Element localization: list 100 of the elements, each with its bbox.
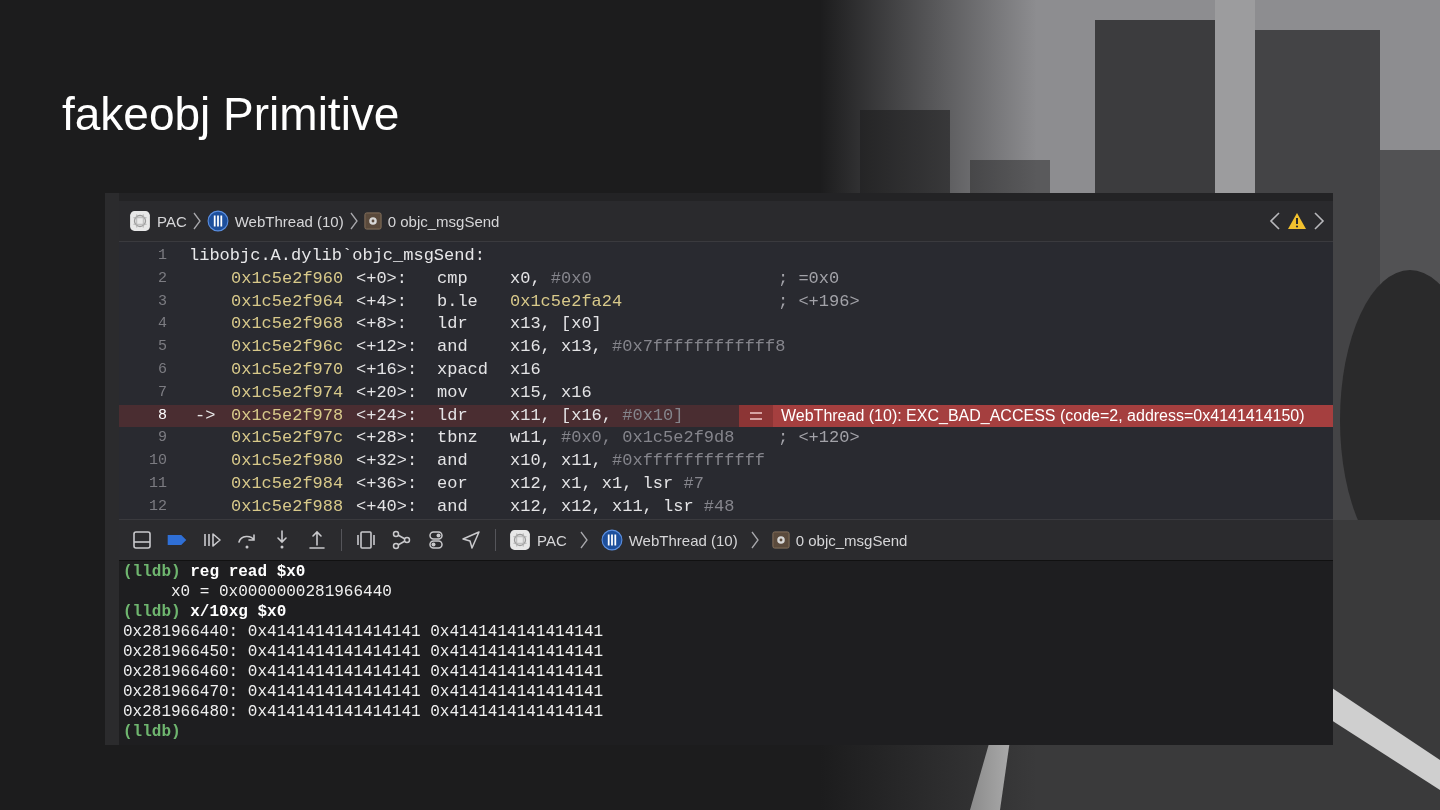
chevron-icon [349, 211, 358, 231]
lldb-prompt: (lldb) [123, 563, 181, 581]
instruction-mnemonic: mov [437, 381, 469, 404]
error-marker[interactable] [739, 404, 773, 428]
instruction-operands: x0, #0x0 [510, 267, 592, 290]
instruction-mnemonic: xpacd [437, 359, 489, 381]
instruction-mnemonic: and [437, 450, 469, 473]
console-output: x0 = 0x0000000281966440 [170, 583, 392, 601]
line-number: 6 [157, 360, 167, 380]
pc-arrow: -> [194, 404, 217, 427]
console-output: 0x281966470: 0x4141414141414141 0x4141414141414141 [123, 683, 604, 701]
lldb-prompt: (lldb) [123, 603, 181, 621]
instruction-comment: ; <+120> [778, 427, 861, 450]
instruction-comment: ; <+196> [778, 290, 861, 313]
line-number: 9 [157, 428, 167, 449]
gear-icon [363, 212, 382, 230]
instruction-mnemonic: eor [437, 472, 469, 495]
instruction-mnemonic: tbnz [437, 427, 479, 450]
instruction-operands: x13, [x0] [510, 313, 602, 336]
console-command: reg read $x0 [190, 563, 306, 581]
console-output: 0x281966450: 0x4141414141414141 0x4141414141414141 [123, 643, 604, 661]
instruction-address: 0x1c5e2f97c [231, 427, 345, 450]
instruction-address: 0x1c5e2f96c [231, 336, 345, 359]
panel-toggle-icon[interactable] [131, 529, 153, 551]
location-icon[interactable] [460, 529, 482, 551]
error-lines-icon [749, 410, 763, 421]
instruction-offset: <+12>: [356, 336, 419, 359]
instruction-operands: x12, x12, x11, lsr #48 [510, 495, 735, 518]
line-number: 5 [157, 337, 167, 358]
instruction-address: 0x1c5e2f960 [231, 267, 345, 290]
chevron-left-icon[interactable] [1269, 211, 1281, 231]
instruction-offset: <+20>: [356, 381, 419, 404]
slide-title: fakeobj Primitive [62, 87, 400, 142]
breadcrumb-item[interactable]: 0 objc_msgSend [771, 531, 908, 549]
console-output: 0x281966480: 0x4141414141414141 0x4141414141414141 [123, 703, 604, 721]
instruction-offset: <+36>: [356, 472, 419, 495]
instruction-operands: x16, x13, #0x7ffffffffffff8 [510, 336, 786, 359]
chevron-right-icon[interactable] [1313, 211, 1325, 231]
chevron-icon [192, 211, 201, 231]
instruction-operands: x15, x16 [510, 381, 592, 404]
breadcrumb-item[interactable]: WebThread (10) [600, 529, 738, 551]
line-number: 8 [157, 405, 167, 426]
chevron-icon [750, 530, 759, 550]
view-hierarchy-icon[interactable] [355, 529, 377, 551]
console-command: x/10xg $x0 [190, 603, 287, 621]
instruction-offset: <+24>: [356, 404, 419, 427]
instruction-offset: <+28>: [356, 427, 419, 450]
breadcrumb-item[interactable]: PAC [129, 210, 187, 232]
instruction-address: 0x1c5e2f968 [231, 313, 345, 336]
instruction-operands: x10, x11, #0xffffffffffff [510, 450, 766, 473]
console-output: 0x281966460: 0x4141414141414141 0x4141414141414141 [123, 663, 604, 681]
instruction-address: 0x1c5e2f978 [231, 404, 345, 427]
instruction-offset: <+32>: [356, 450, 419, 473]
line-number: 3 [157, 291, 167, 312]
instruction-mnemonic: cmp [437, 267, 469, 290]
instruction-mnemonic: ldr [437, 404, 469, 427]
instruction-mnemonic: ldr [437, 313, 469, 336]
lldb-prompt: (lldb) [123, 723, 181, 741]
instruction-offset: <+0>: [356, 267, 408, 290]
instruction-comment: ; =0x0 [778, 267, 841, 290]
graph-icon[interactable] [390, 529, 412, 551]
instruction-address: 0x1c5e2f980 [231, 450, 345, 473]
line-number: 12 [148, 496, 167, 517]
app-icon [509, 529, 531, 551]
instruction-offset: <+4>: [356, 290, 408, 313]
line-number: 7 [157, 382, 167, 403]
thread-icon [600, 529, 623, 551]
line-number: 4 [157, 314, 167, 335]
error-message: WebThread (10): EXC_BAD_ACCESS (code=2, address=0x4141414150) [773, 404, 1333, 428]
chevron-icon [579, 530, 588, 550]
instruction-address: 0x1c5e2f974 [231, 381, 345, 404]
instruction-operands: x11, [x16, #0x10] [510, 404, 684, 427]
thread-icon [206, 210, 229, 232]
instruction-operands: x16 [510, 359, 541, 381]
instruction-mnemonic: b.le [437, 290, 479, 313]
breadcrumb-item[interactable]: 0 objc_msgSend [363, 212, 500, 230]
instruction-operands: x12, x1, x1, lsr #7 [510, 472, 704, 495]
line-number: 11 [148, 473, 167, 494]
line-number: 10 [148, 451, 167, 472]
instruction-address: 0x1c5e2f988 [231, 495, 345, 518]
instruction-offset: <+40>: [356, 495, 419, 518]
instruction-operands: w11, #0x0, 0x1c5e2f9d8 [510, 427, 735, 450]
console-output: 0x281966440: 0x4141414141414141 0x4141414141414141 [123, 623, 604, 641]
app-icon [129, 210, 151, 232]
line-number: 1 [157, 246, 167, 266]
warning-icon[interactable] [1287, 212, 1307, 230]
step-out-icon[interactable] [306, 529, 328, 551]
gear-icon [771, 531, 790, 549]
instruction-operands: 0x1c5e2fa24 [510, 290, 623, 313]
symbol-label: libobjc.A.dylib`objc_msgSend: [189, 245, 486, 267]
instruction-offset: <+8>: [356, 313, 408, 336]
instruction-offset: <+16>: [356, 359, 419, 381]
instruction-address: 0x1c5e2f984 [231, 472, 345, 495]
instruction-address: 0x1c5e2f970 [231, 359, 345, 381]
breadcrumb-item[interactable]: WebThread (10) [206, 210, 344, 232]
breadcrumb-item[interactable]: PAC [509, 529, 567, 551]
instruction-address: 0x1c5e2f964 [231, 290, 345, 313]
instruction-mnemonic: and [437, 336, 469, 359]
line-number: 2 [157, 268, 167, 289]
instruction-mnemonic: and [437, 495, 469, 518]
